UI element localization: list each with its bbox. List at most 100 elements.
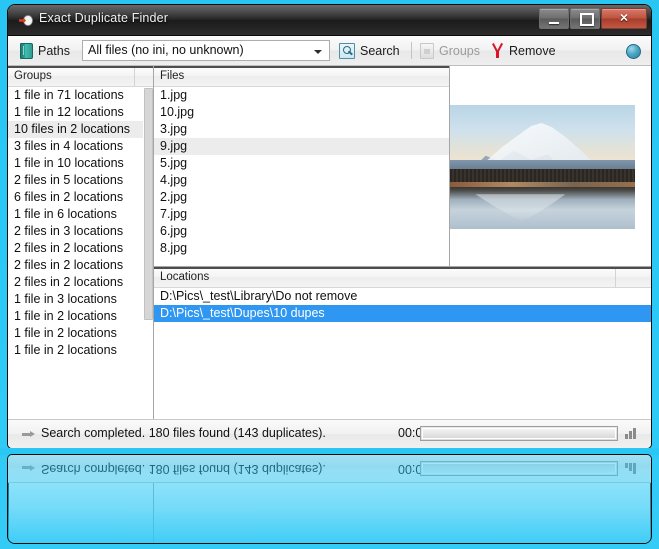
reflection-arrow-right-icon — [22, 464, 35, 471]
locations-column-divider[interactable] — [615, 269, 616, 287]
close-icon: ✕ — [619, 12, 629, 24]
paths-label: Paths — [38, 43, 70, 58]
locations-header-label: Locations — [160, 271, 210, 283]
status-bar: Search completed. 180 files found (143 d… — [8, 419, 651, 448]
title-bar[interactable]: Exact Duplicate Finder ✕ — [8, 5, 651, 36]
panes-container: Groups 1 file in 71 locations 1 file in 1… — [8, 66, 651, 420]
desktop-background: Exact Duplicate Finder ✕ Paths All files… — [0, 0, 659, 549]
files-header-label: Files — [160, 70, 185, 82]
files-list-item[interactable]: 4.jpg — [154, 172, 449, 189]
minimize-icon — [549, 22, 559, 24]
locations-list[interactable]: D:\Pics\_test\Library\Do not remove D:\Pi… — [154, 288, 651, 420]
locations-list-item[interactable]: D:\Pics\_test\Dupes\10 dupes — [154, 305, 651, 322]
files-list-item[interactable]: 9.jpg — [154, 138, 449, 155]
groups-list-item[interactable]: 2 files in 2 locations — [8, 257, 153, 274]
groups-list-item[interactable]: 2 files in 5 locations — [8, 172, 153, 189]
reflection-mirror: Search completed. 180 files found (143 d… — [8, 455, 651, 543]
files-header[interactable]: Files — [154, 66, 449, 87]
reflection-statistics-icon — [625, 463, 637, 474]
groups-header-topline — [8, 66, 153, 68]
files-list-item[interactable]: 7.jpg — [154, 206, 449, 223]
files-list-item-label: 6.jpg — [160, 224, 188, 238]
search-label: Search — [360, 43, 400, 58]
groups-list-item[interactable]: 6 files in 2 locations — [8, 189, 153, 206]
groups-column-divider[interactable] — [134, 68, 135, 86]
groups-list-item[interactable]: 1 file in 71 locations — [8, 87, 153, 104]
preview-image — [450, 105, 635, 229]
groups-list-item[interactable]: 3 files in 4 locations — [8, 138, 153, 155]
groups-list-item[interactable]: 1 file in 12 locations — [8, 104, 153, 121]
close-button[interactable]: ✕ — [601, 8, 647, 29]
locations-header-topline — [154, 267, 651, 269]
paths-button[interactable]: Paths — [20, 36, 70, 65]
locations-list-item[interactable]: D:\Pics\_test\Library\Do not remove — [154, 288, 651, 305]
groups-list-item-label: 1 file in 2 locations — [14, 309, 117, 323]
groups-label: Groups — [439, 43, 480, 58]
groups-list-item[interactable]: 2 files in 3 locations — [8, 223, 153, 240]
groups-list-item-label: 1 file in 2 locations — [14, 326, 117, 340]
files-list-item[interactable]: 3.jpg — [154, 121, 449, 138]
files-list-item-label: 2.jpg — [160, 190, 188, 204]
statistics-icon[interactable] — [625, 428, 637, 439]
files-header-topline — [154, 66, 449, 68]
window-reflection-gap — [0, 448, 659, 455]
groups-list-item[interactable]: 1 file in 3 locations — [8, 291, 153, 308]
groups-list[interactable]: 1 file in 71 locations 1 file in 12 locat… — [8, 87, 153, 420]
groups-list-item-label: 1 file in 12 locations — [14, 105, 124, 119]
groups-list-item-label: 2 files in 3 locations — [14, 224, 124, 238]
reflection-progress-bar-fill — [422, 463, 616, 474]
groups-list-item[interactable]: 2 files in 2 locations — [8, 274, 153, 291]
window-controls: ✕ — [539, 8, 647, 29]
locations-list-item-label: D:\Pics\_test\Dupes\10 dupes — [160, 306, 325, 320]
minimize-button[interactable] — [539, 8, 569, 29]
groups-list-item[interactable]: 10 files in 2 locations — [8, 121, 153, 138]
search-icon — [339, 42, 355, 59]
groups-list-item[interactable]: 1 file in 2 locations — [8, 342, 153, 359]
files-list-item[interactable]: 6.jpg — [154, 223, 449, 240]
groups-list-item[interactable]: 1 file in 10 locations — [8, 155, 153, 172]
reflection-edge-right — [650, 483, 651, 543]
files-list-item-label: 1.jpg — [160, 88, 188, 102]
locations-header[interactable]: Locations — [154, 267, 651, 288]
status-message: Search completed. 180 files found (143 d… — [41, 426, 326, 440]
groups-scroll-thumb[interactable] — [144, 88, 153, 320]
file-filter-combobox[interactable]: All files (no ini, no unknown) — [82, 40, 330, 61]
files-list-item[interactable]: 2.jpg — [154, 189, 449, 206]
remove-icon — [491, 42, 504, 58]
groups-list-item-label: 2 files in 2 locations — [14, 258, 124, 272]
file-filter-value: All files (no ini, no unknown) — [88, 43, 244, 57]
reflection-panes — [8, 483, 651, 543]
groups-list-item-label: 1 file in 10 locations — [14, 156, 124, 170]
remove-button[interactable]: Remove — [491, 36, 556, 65]
files-list-item[interactable]: 5.jpg — [154, 155, 449, 172]
files-list-item-label: 7.jpg — [160, 207, 188, 221]
reflection-progress-bar — [420, 461, 618, 476]
maximize-button[interactable] — [570, 8, 600, 29]
files-list-item[interactable]: 8.jpg — [154, 240, 449, 257]
reflection-edge-left — [8, 483, 9, 543]
window-title: Exact Duplicate Finder — [39, 11, 169, 25]
groups-icon — [420, 42, 434, 59]
reflection-status-bar: Search completed. 180 files found (143 d… — [8, 455, 651, 483]
search-button[interactable]: Search — [339, 36, 400, 65]
chevron-down-icon[interactable] — [314, 50, 322, 54]
groups-list-item-label: 1 file in 71 locations — [14, 88, 124, 102]
files-list[interactable]: 1.jpg 10.jpg 3.jpg 9.jpg 5.jpg 4.jpg 2.jpg 7.jp… — [154, 87, 449, 266]
groups-header[interactable]: Groups — [8, 66, 153, 87]
paths-icon — [20, 42, 33, 59]
maximize-icon — [580, 13, 594, 26]
files-list-item-label: 9.jpg — [160, 139, 188, 153]
files-list-item[interactable]: 1.jpg — [154, 87, 449, 104]
groups-list-item[interactable]: 2 files in 2 locations — [8, 240, 153, 257]
groups-list-item[interactable]: 1 file in 2 locations — [8, 325, 153, 342]
groups-list-item[interactable]: 1 file in 2 locations — [8, 308, 153, 325]
files-list-item-label: 5.jpg — [160, 156, 188, 170]
groups-button[interactable]: Groups — [420, 36, 480, 65]
remove-label: Remove — [509, 43, 556, 58]
files-list-item[interactable]: 10.jpg — [154, 104, 449, 121]
image-preview-panel[interactable] — [450, 66, 651, 266]
help-icon[interactable] — [626, 44, 641, 59]
files-list-item-label: 10.jpg — [160, 105, 195, 119]
groups-scrollbar[interactable] — [143, 87, 153, 420]
groups-list-item[interactable]: 1 file in 6 locations — [8, 206, 153, 223]
